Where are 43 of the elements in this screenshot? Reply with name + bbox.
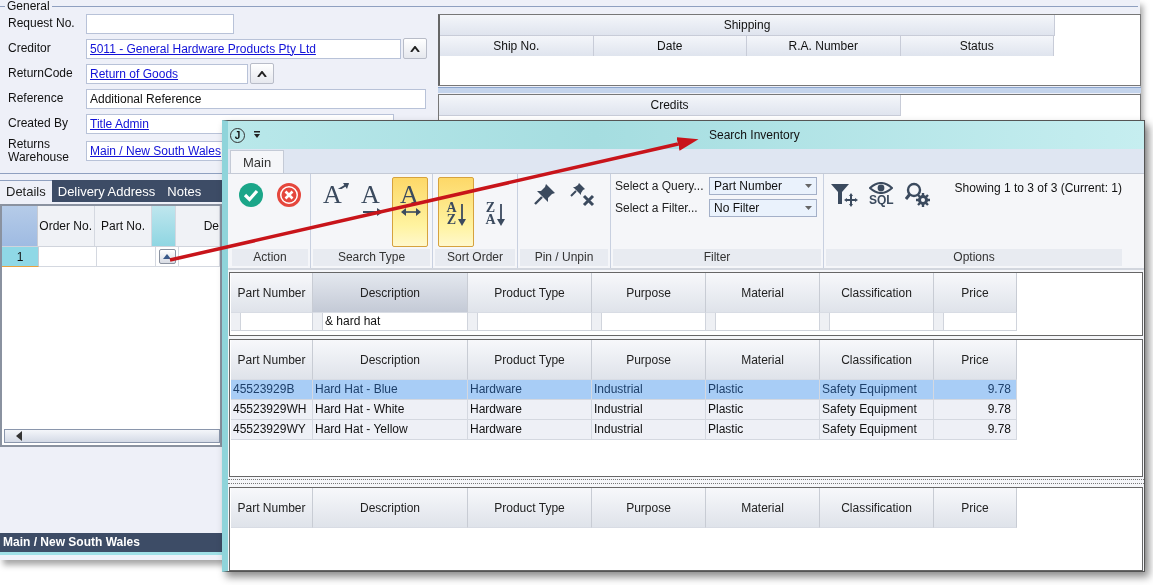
field-label: Created By: [8, 117, 70, 130]
window-title: Search Inventory: [709, 128, 800, 142]
group-label: Search Type: [313, 249, 430, 266]
letter-glyph: A: [323, 182, 342, 208]
table-cell: Plastic: [706, 420, 820, 440]
table-cell: 45523929WY: [231, 420, 313, 440]
column-header: Order No.: [37, 206, 95, 246]
column-header: Part No.: [94, 206, 153, 246]
letter-glyph: A: [485, 214, 496, 226]
letter-glyph: A: [400, 182, 419, 208]
field-label: Creditor: [8, 42, 52, 55]
letter-glyph: A: [446, 202, 457, 214]
column-header: R.A. Number: [747, 36, 901, 56]
group-label: Filter: [613, 249, 821, 266]
table-cell: 9.78: [934, 420, 1017, 440]
column-header: De: [175, 206, 220, 246]
letter-glyph: Z: [446, 214, 457, 226]
letter-glyph: A: [361, 182, 380, 208]
group-header: Shipping: [440, 15, 1055, 36]
field-label: ReturnCode: [8, 67, 74, 80]
group-label: Action: [232, 249, 308, 266]
field-label: Returns Warehouse: [8, 138, 70, 164]
group-title: General: [5, 0, 52, 13]
field-label: Request No.: [8, 17, 76, 30]
row-header: 1: [2, 247, 39, 267]
table-cell: Hard Hat - Yellow: [313, 420, 468, 440]
table-cell: Hardware: [468, 420, 592, 440]
field-label: Select a Query...: [615, 179, 705, 193]
table-cell: Safety Equipment: [820, 420, 934, 440]
table-cell: Industrial: [592, 420, 706, 440]
group-label: Sort Order: [435, 249, 515, 266]
dropdown-value: Part Number: [714, 179, 783, 193]
group-label: Pin / Unpin: [520, 249, 608, 266]
group-label: Options: [826, 249, 1122, 266]
group-header: Credits: [439, 95, 901, 116]
letter-glyph: Z: [485, 202, 496, 214]
column-header: Status: [900, 36, 1054, 56]
field-label: Reference: [8, 92, 65, 105]
status-text: Showing 1 to 3 of 3 (Current: 1): [954, 181, 1122, 195]
column-header: Date: [593, 36, 747, 56]
field-label: Select a Filter...: [615, 201, 699, 215]
column-header: Ship No.: [440, 36, 594, 56]
dropdown-value: No Filter: [714, 201, 760, 215]
